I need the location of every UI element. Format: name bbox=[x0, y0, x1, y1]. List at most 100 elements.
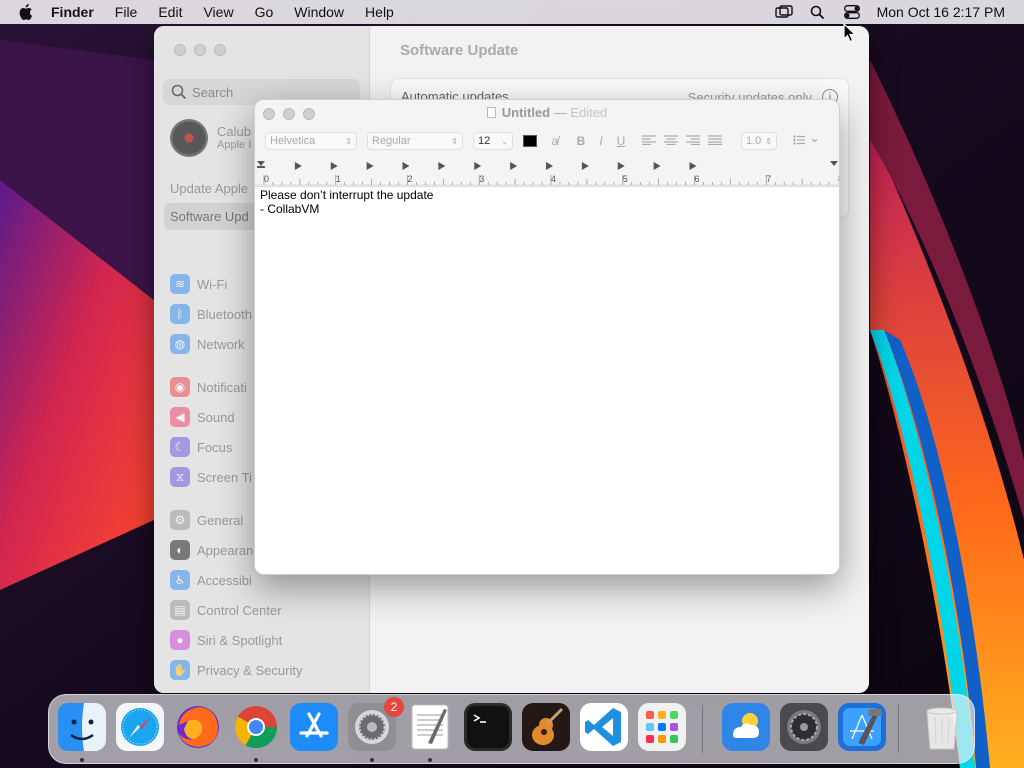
sidebar-item-appearan[interactable]: ◐ Appearan bbox=[170, 538, 253, 562]
moon-icon: ☾ bbox=[170, 437, 190, 457]
document-icon bbox=[486, 107, 496, 118]
line-spacing-value: 1.0 bbox=[746, 135, 762, 147]
font-style-value: Regular bbox=[372, 135, 411, 147]
xcode-icon[interactable] bbox=[838, 703, 886, 751]
dock-separator bbox=[898, 705, 899, 753]
edited-status: Edited bbox=[570, 105, 608, 120]
sidebar-item-screen-ti[interactable]: ⧖ Screen Ti bbox=[170, 465, 252, 489]
ruler[interactable]: 0 1 2 3 4 5 6 7 8 bbox=[255, 155, 839, 186]
menu-view[interactable]: View bbox=[203, 4, 233, 20]
font-style-popup[interactable]: Regular ⇕ bbox=[367, 132, 463, 150]
sidebar-item-bluetooth[interactable]: ᛒ Bluetooth bbox=[170, 302, 252, 326]
notification-badge: 2 bbox=[384, 697, 404, 717]
document-text-area[interactable]: Please don’t interrupt the update - Coll… bbox=[255, 188, 839, 574]
profile-subtitle: Apple I bbox=[217, 139, 252, 152]
underline-button[interactable]: U bbox=[613, 134, 629, 148]
document-line: - CollabVM bbox=[260, 202, 320, 216]
menu-go[interactable]: Go bbox=[255, 4, 274, 20]
ruler-number: 2 bbox=[407, 174, 412, 184]
safari-icon[interactable] bbox=[116, 703, 164, 751]
sidebar-item-label: Wi-Fi bbox=[197, 276, 228, 292]
weather-icon[interactable] bbox=[722, 703, 770, 751]
menu-help[interactable]: Help bbox=[365, 4, 394, 20]
menu-edit[interactable]: Edit bbox=[158, 4, 182, 20]
sidebar-item-general[interactable]: ⚙ General bbox=[170, 508, 243, 532]
sidebar-item-label: Privacy & Security bbox=[197, 662, 303, 678]
control-center-icon: ▤ bbox=[170, 600, 190, 620]
title-separator: — bbox=[553, 105, 567, 120]
accessibility-icon: ♿ bbox=[170, 570, 190, 590]
sidebar-item-label: Siri & Spotlight bbox=[197, 632, 283, 648]
apple-menu-icon[interactable] bbox=[17, 0, 37, 24]
minimize-button[interactable] bbox=[194, 44, 206, 56]
ruler-number: 8 bbox=[838, 174, 839, 184]
align-center-icon[interactable] bbox=[663, 134, 679, 148]
finder-icon[interactable] bbox=[58, 703, 106, 751]
garageband-icon[interactable] bbox=[522, 703, 570, 751]
spotlight-search-icon[interactable] bbox=[807, 0, 829, 24]
textedit-icon[interactable] bbox=[406, 703, 454, 751]
chevron-updown-icon: ⇕ bbox=[345, 136, 352, 146]
vscode-icon[interactable] bbox=[580, 703, 628, 751]
sidebar-item-network[interactable]: ◍ Network bbox=[170, 332, 245, 356]
update-notice[interactable]: Update Apple bbox=[170, 181, 248, 196]
align-right-icon[interactable] bbox=[685, 134, 701, 148]
zoom-button[interactable] bbox=[214, 44, 226, 56]
firefox-icon[interactable] bbox=[174, 703, 222, 751]
sidebar-item-notificati[interactable]: ◉ Notificati bbox=[170, 375, 247, 399]
menu-app-name[interactable]: Finder bbox=[51, 4, 94, 20]
textedit-window: Untitled — Edited Helvetica ⇕ Regular ⇕ 12… bbox=[254, 99, 840, 575]
textedit-toolbar: Untitled — Edited Helvetica ⇕ Regular ⇕ 12… bbox=[255, 100, 839, 187]
menu-window[interactable]: Window bbox=[294, 4, 344, 20]
justify-icon[interactable] bbox=[707, 134, 723, 148]
control-center-icon[interactable] bbox=[841, 0, 863, 24]
sidebar-item-sound[interactable]: ◀ Sound bbox=[170, 405, 235, 429]
bold-button[interactable]: B bbox=[573, 134, 589, 148]
ruler-number: 3 bbox=[479, 174, 484, 184]
text-color-well[interactable] bbox=[523, 135, 537, 147]
sidebar-item-privacy-security[interactable]: ✋ Privacy & Security bbox=[170, 658, 302, 682]
sidebar-item-label: Screen Ti bbox=[197, 469, 252, 485]
dock: 2 bbox=[48, 694, 975, 764]
close-button[interactable] bbox=[174, 44, 186, 56]
siri-icon: ● bbox=[170, 630, 190, 650]
terminal-icon[interactable] bbox=[464, 703, 512, 751]
sidebar-item-wi-fi[interactable]: ≋ Wi-Fi bbox=[170, 272, 227, 296]
chrome-icon[interactable] bbox=[232, 703, 280, 751]
system-settings-icon[interactable]: 2 bbox=[348, 697, 404, 751]
list-bullets-icon[interactable] bbox=[791, 134, 821, 148]
document-name: Untitled bbox=[501, 105, 551, 120]
chevron-down-icon: ⌄ bbox=[501, 136, 508, 146]
sidebar-item-label: Control Center bbox=[197, 602, 282, 618]
launchpad-icon[interactable] bbox=[638, 703, 686, 751]
document-line: Please don’t interrupt the update bbox=[260, 188, 434, 202]
sidebar-item-control-center[interactable]: ▤ Control Center bbox=[170, 598, 282, 622]
sidebar-item-label: Appearan bbox=[197, 542, 254, 558]
ruler-number: 5 bbox=[623, 174, 628, 184]
align-left-icon[interactable] bbox=[641, 134, 657, 148]
menu-bar-clock[interactable]: Mon Oct 16 2:17 PM bbox=[877, 4, 1005, 20]
app-store-icon[interactable] bbox=[290, 703, 338, 751]
dock-separator bbox=[702, 705, 703, 753]
disk-utility-icon[interactable] bbox=[780, 703, 828, 751]
font-size-combo[interactable]: 12 ⌄ bbox=[473, 132, 513, 150]
font-family-popup[interactable]: Helvetica ⇕ bbox=[265, 132, 357, 150]
sidebar-item-focus[interactable]: ☾ Focus bbox=[170, 435, 232, 459]
menu-file[interactable]: File bbox=[115, 4, 138, 20]
appearance-icon: ◐ bbox=[170, 540, 190, 560]
screen-mirroring-icon[interactable] bbox=[773, 0, 795, 24]
trash-icon[interactable] bbox=[918, 703, 966, 751]
line-spacing-popup[interactable]: 1.0 ⇕ bbox=[741, 132, 777, 150]
sidebar-item-accessibi[interactable]: ♿ Accessibi bbox=[170, 568, 252, 592]
sidebar-item-siri-spotlight[interactable]: ● Siri & Spotlight bbox=[170, 628, 282, 652]
italic-button[interactable]: I bbox=[593, 134, 609, 148]
sidebar-item-label: Sound bbox=[197, 409, 235, 425]
font-size-value: 12 bbox=[478, 135, 491, 147]
bell-icon: ◉ bbox=[170, 377, 190, 397]
sidebar-item-label: Accessibi bbox=[197, 572, 252, 588]
apple-id-profile[interactable]: Calub Apple I bbox=[170, 119, 251, 157]
avatar bbox=[170, 119, 208, 157]
page-title: Software Update bbox=[400, 42, 519, 59]
wifi-icon: ≋ bbox=[170, 274, 190, 294]
highlight-color-icon[interactable]: a̸ bbox=[547, 134, 563, 148]
